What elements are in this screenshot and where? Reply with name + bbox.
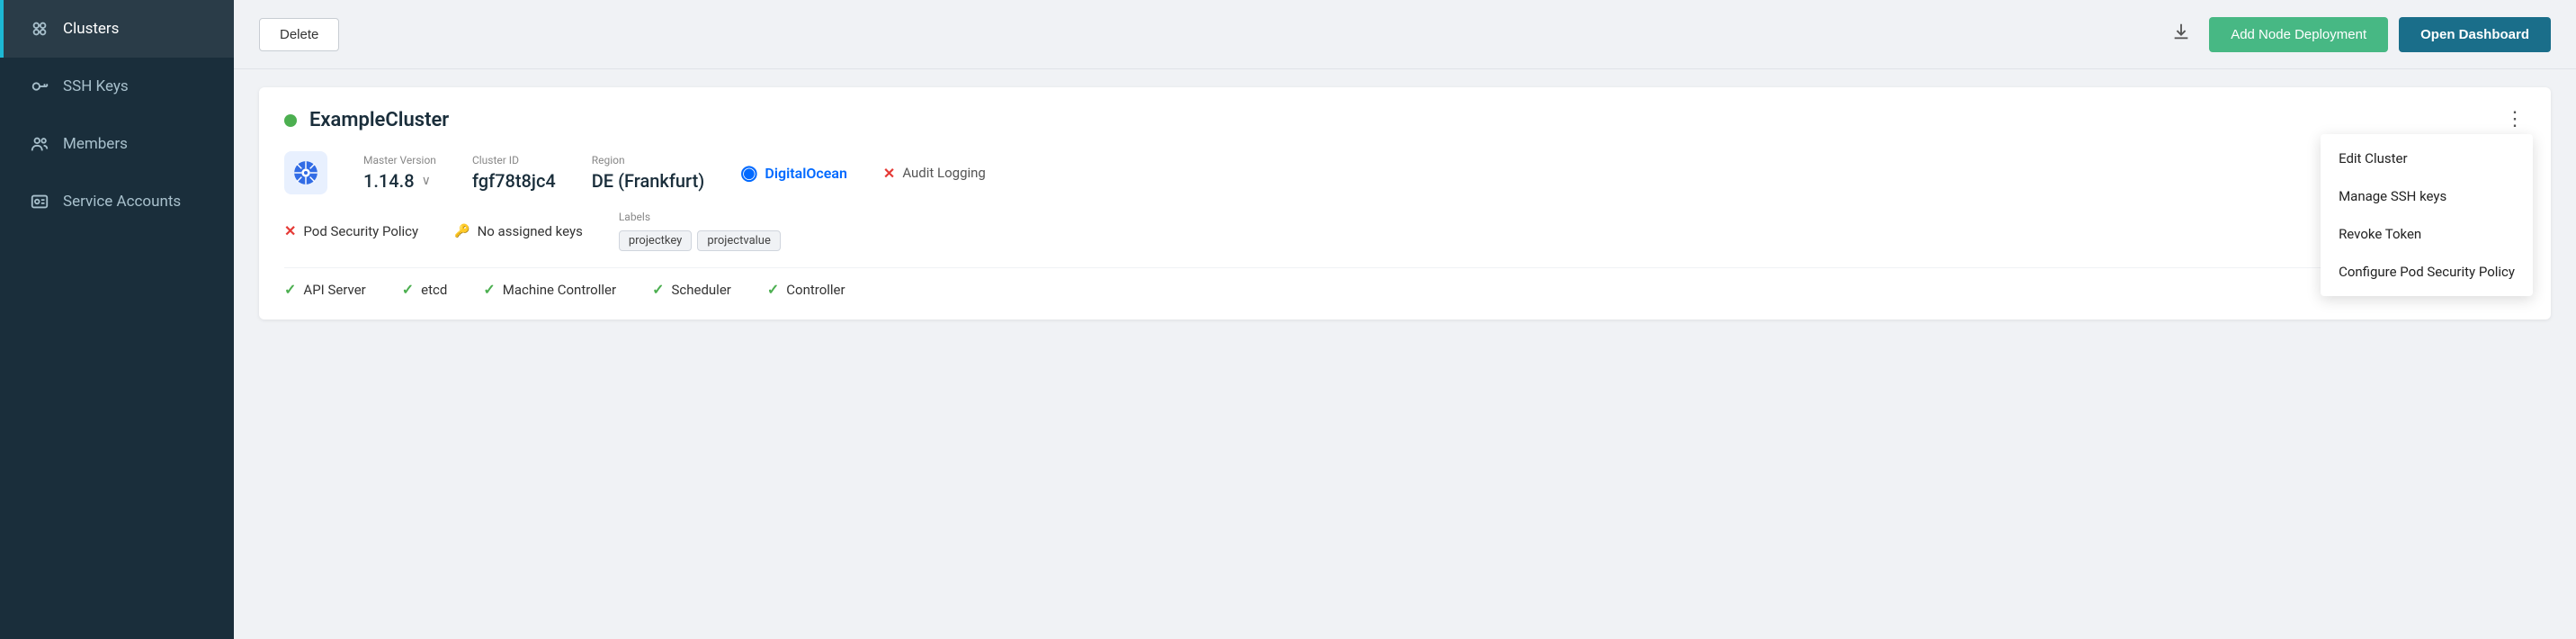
sidebar-item-ssh-keys[interactable]: SSH Keys [0,58,234,115]
dropdown-item-manage-ssh-keys[interactable]: Manage SSH keys [2321,177,2533,215]
master-version-label: Master Version [363,154,436,166]
cluster-info-row: Master Version 1.14.8 ∨ Cluster ID fgf78… [284,151,2526,194]
sidebar-item-members[interactable]: Members [0,115,234,173]
machine-controller-label: Machine Controller [503,282,616,298]
delete-button[interactable]: Delete [259,18,339,51]
context-dropdown-menu: Edit Cluster Manage SSH keys Revoke Toke… [2321,134,2533,296]
members-icon [29,133,50,155]
pod-security-policy-label: Pod Security Policy [303,223,418,239]
controller-status-icon: ✓ [767,281,779,298]
cluster-policy-row: ✕ Pod Security Policy 🔑 No assigned keys… [284,211,2526,251]
ssh-keys-item: 🔑 No assigned keys [454,223,583,239]
provider-name: DigitalOcean [765,165,846,182]
sidebar-item-clusters[interactable]: Clusters [0,0,234,58]
labels-group: Labels projectkey projectvalue [619,211,781,251]
service-accounts-icon [29,191,50,212]
dropdown-item-configure-pod-security-policy[interactable]: Configure Pod Security Policy [2321,253,2533,291]
dropdown-item-edit-cluster[interactable]: Edit Cluster [2321,140,2533,177]
etcd-label: etcd [421,282,447,298]
no-assigned-keys-label: No assigned keys [478,223,583,239]
digital-ocean-logo-icon: ◉ [740,162,757,184]
content-area: ExampleCluster ⋮ [234,69,2576,639]
region-value: DE (Frankfurt) [592,170,704,192]
pod-security-policy-status-icon: ✕ [284,222,296,239]
cluster-card: ExampleCluster ⋮ [259,87,2551,320]
master-version-group: Master Version 1.14.8 ∨ [363,154,436,192]
key-icon [29,76,50,97]
add-node-deployment-button[interactable]: Add Node Deployment [2209,17,2388,52]
service-etcd: ✓ etcd [402,281,448,298]
scheduler-label: Scheduler [671,282,730,298]
key-small-icon: 🔑 [454,224,470,238]
pod-security-policy-item: ✕ Pod Security Policy [284,222,418,239]
cluster-name: ExampleCluster [309,109,449,131]
api-server-label: API Server [303,282,365,298]
audit-logging-status-icon: ✕ [883,165,895,182]
cluster-services-row: ✓ API Server ✓ etcd ✓ Machine Controller… [284,267,2526,298]
cluster-header: ExampleCluster [284,109,2526,131]
cluster-id-group: Cluster ID fgf78t8jc4 [472,154,556,192]
service-scheduler: ✓ Scheduler [652,281,731,298]
controller-label: Controller [786,282,845,298]
clusters-icon [29,18,50,40]
api-server-status-icon: ✓ [284,281,296,298]
audit-logging-group: ✕ Audit Logging [883,165,986,182]
label-tag-projectvalue: projectvalue [697,230,781,251]
audit-logging-label: Audit Logging [902,165,986,181]
sidebar-item-service-accounts-label: Service Accounts [63,193,181,211]
provider-row: ◉ DigitalOcean [740,162,847,184]
label-tag-projectkey: projectkey [619,230,692,251]
cluster-id-value: fgf78t8jc4 [472,170,556,192]
service-machine-controller: ✓ Machine Controller [483,281,616,298]
sidebar-item-service-accounts[interactable]: Service Accounts [0,173,234,230]
labels-label: Labels [619,211,781,223]
service-api-server: ✓ API Server [284,281,366,298]
toolbar: Delete Add Node Deployment Open Dashboar… [234,0,2576,69]
master-version-chevron[interactable]: ∨ [422,174,431,188]
cluster-context-menu-button[interactable]: ⋮ [2498,105,2533,132]
sidebar-item-clusters-label: Clusters [63,20,119,38]
service-controller: ✓ Controller [767,281,845,298]
region-label: Region [592,154,704,166]
etcd-status-icon: ✓ [402,281,414,298]
master-version-value: 1.14.8 ∨ [363,170,436,192]
machine-controller-status-icon: ✓ [483,281,495,298]
kubernetes-logo [284,151,327,194]
main-content: Delete Add Node Deployment Open Dashboar… [234,0,2576,639]
scheduler-status-icon: ✓ [652,281,664,298]
cluster-status-indicator [284,114,297,127]
open-dashboard-button[interactable]: Open Dashboard [2399,17,2551,52]
sidebar-item-members-label: Members [63,135,128,153]
cluster-id-label: Cluster ID [472,154,556,166]
dropdown-item-revoke-token[interactable]: Revoke Token [2321,215,2533,253]
labels-row: projectkey projectvalue [619,230,781,251]
sidebar: Clusters SSH Keys Members [0,0,234,639]
download-button[interactable] [2164,14,2198,54]
sidebar-item-ssh-keys-label: SSH Keys [63,77,129,95]
region-group: Region DE (Frankfurt) [592,154,704,192]
